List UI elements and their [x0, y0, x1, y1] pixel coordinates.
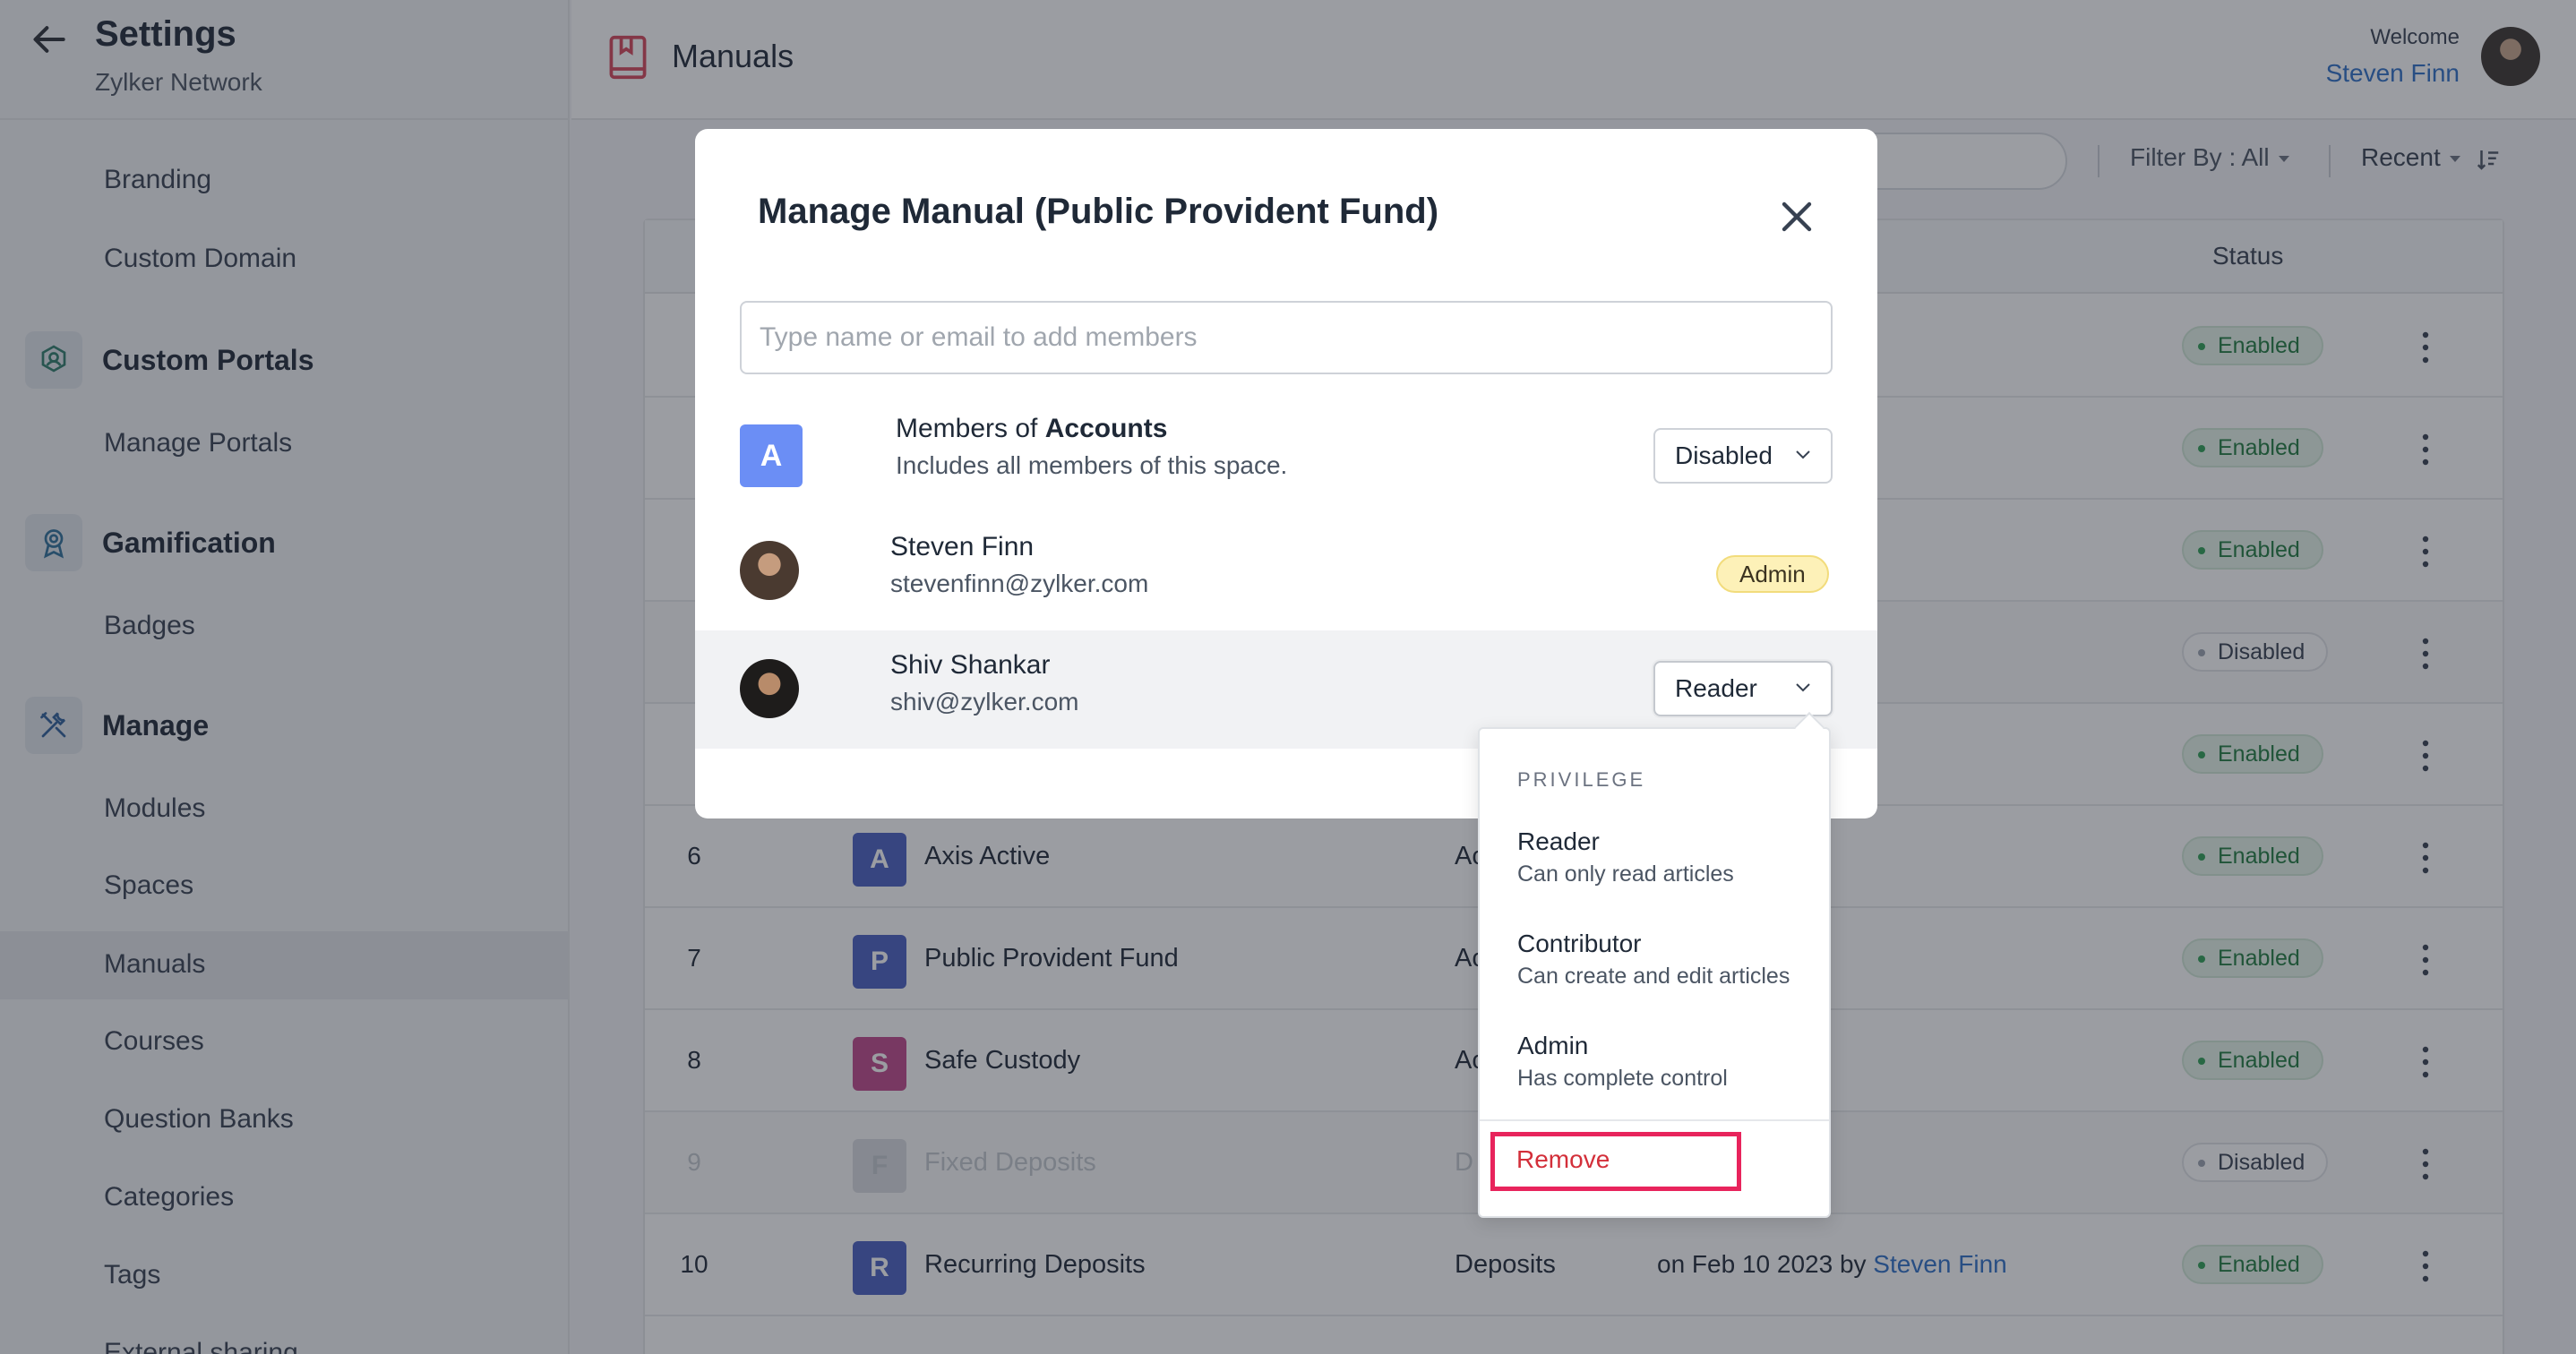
- menu-item-reader[interactable]: Reader Can only read articles: [1517, 827, 1734, 887]
- chevron-down-icon: [1796, 683, 1810, 692]
- member-email: stevenfinn@zylker.com: [890, 570, 1149, 597]
- menu-item-admin[interactable]: Admin Has complete control: [1517, 1032, 1728, 1092]
- group-name: Members of Accounts: [896, 414, 1168, 443]
- member-avatar: [740, 541, 799, 600]
- group-privilege-select[interactable]: Disabled: [1653, 428, 1833, 484]
- add-member-input[interactable]: [740, 301, 1833, 374]
- manage-manual-modal: Manage Manual (Public Provident Fund) A …: [695, 129, 1877, 818]
- member-name: Steven Finn: [890, 532, 1035, 561]
- menu-item-remove[interactable]: Remove: [1490, 1132, 1741, 1191]
- member-avatar: [740, 659, 799, 718]
- member-row-owner: Steven Finn stevenfinn@zylker.com Admin: [695, 512, 1877, 630]
- member-privilege-select[interactable]: Reader: [1653, 661, 1833, 716]
- menu-item-contributor[interactable]: Contributor Can create and edit articles: [1517, 930, 1790, 990]
- admin-badge: Admin: [1716, 555, 1829, 593]
- group-avatar: A: [740, 424, 803, 487]
- menu-divider: [1480, 1119, 1829, 1121]
- chevron-down-icon: [1796, 450, 1810, 459]
- member-email: shiv@zylker.com: [890, 688, 1079, 716]
- modal-title: Manage Manual (Public Provident Fund): [758, 192, 1439, 231]
- privilege-dropdown-menu: PRIVILEGE Reader Can only read articles …: [1478, 712, 1831, 1218]
- group-description: Includes all members of this space.: [896, 451, 1288, 479]
- member-name: Shiv Shankar: [890, 650, 1051, 680]
- member-row-group: A Members of Accounts Includes all membe…: [695, 394, 1877, 512]
- close-icon[interactable]: [1775, 195, 1818, 238]
- dropdown-header: PRIVILEGE: [1517, 768, 1646, 791]
